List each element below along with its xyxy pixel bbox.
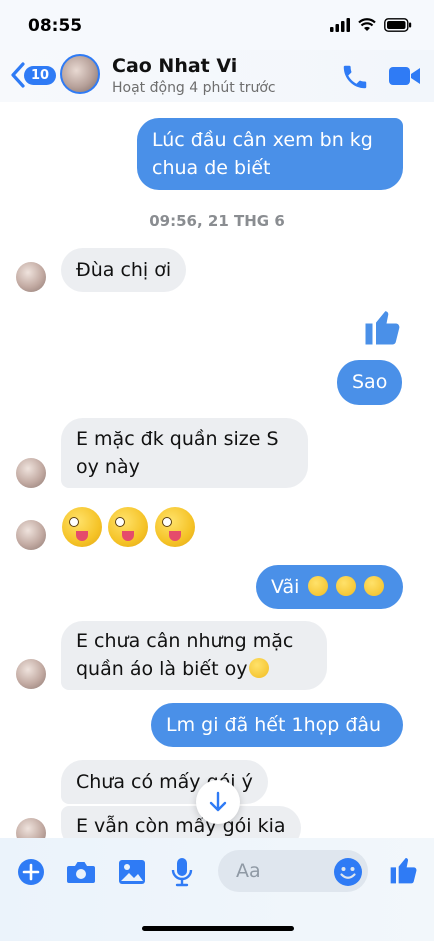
message-incoming[interactable]: E mặc đk quần size S oy này <box>61 418 308 488</box>
message-incoming[interactable]: E chưa cân nhưng mặc quần áo là biết oy <box>61 621 327 690</box>
battery-icon <box>384 18 412 32</box>
contact-avatar[interactable] <box>60 54 100 94</box>
zany-face-emoji <box>155 507 195 547</box>
image-gallery-icon[interactable] <box>118 859 146 885</box>
status-icons <box>330 18 412 32</box>
message-outgoing[interactable]: Lúc đầu cân xem bn kg chua de biết <box>137 118 403 190</box>
message-incoming[interactable]: Đùa chị ơi <box>61 248 187 292</box>
sender-avatar[interactable] <box>16 659 46 689</box>
message-outgoing[interactable]: Sao <box>337 360 403 405</box>
message-timestamp: 09:56, 21 THG 6 <box>149 212 285 230</box>
contact-status: Hoạt động 4 phút trước <box>112 80 276 96</box>
home-indicator <box>142 926 294 931</box>
sender-avatar[interactable] <box>16 520 46 550</box>
chat-header: 10 Cao Nhat Vi Hoạt động 4 phút trước <box>0 50 434 102</box>
back-button[interactable]: 10 <box>10 62 57 88</box>
unread-count-badge: 10 <box>24 65 57 85</box>
message-outgoing[interactable]: Lm gi đã hết 1họp đâu <box>151 703 403 747</box>
status-bar: 08:55 <box>0 0 434 50</box>
zany-face-emoji <box>62 507 102 547</box>
thumbs-up-sticker[interactable] <box>362 305 404 349</box>
wifi-icon <box>358 18 376 31</box>
clock: 08:55 <box>28 16 83 36</box>
laughing-emoji <box>363 576 384 596</box>
video-call-icon[interactable] <box>388 64 422 88</box>
scroll-to-bottom-button[interactable] <box>196 780 240 824</box>
arrow-down-icon <box>209 791 227 812</box>
plus-icon[interactable] <box>17 858 45 886</box>
laughing-emoji <box>307 576 328 596</box>
thumbs-up-icon[interactable] <box>388 854 420 886</box>
phone-call-icon[interactable] <box>340 62 370 92</box>
message-outgoing[interactable]: Vãi <box>256 565 403 609</box>
emoji-icon[interactable] <box>333 857 363 887</box>
sender-avatar[interactable] <box>16 458 46 488</box>
microphone-icon[interactable] <box>171 857 193 887</box>
yum-emoji <box>249 658 270 678</box>
laughing-emoji <box>335 576 356 596</box>
signal-icon <box>330 18 350 32</box>
sender-avatar[interactable] <box>16 262 46 292</box>
zany-face-emoji <box>108 507 148 547</box>
contact-name[interactable]: Cao Nhat Vi <box>112 55 237 77</box>
camera-icon[interactable] <box>66 859 96 885</box>
